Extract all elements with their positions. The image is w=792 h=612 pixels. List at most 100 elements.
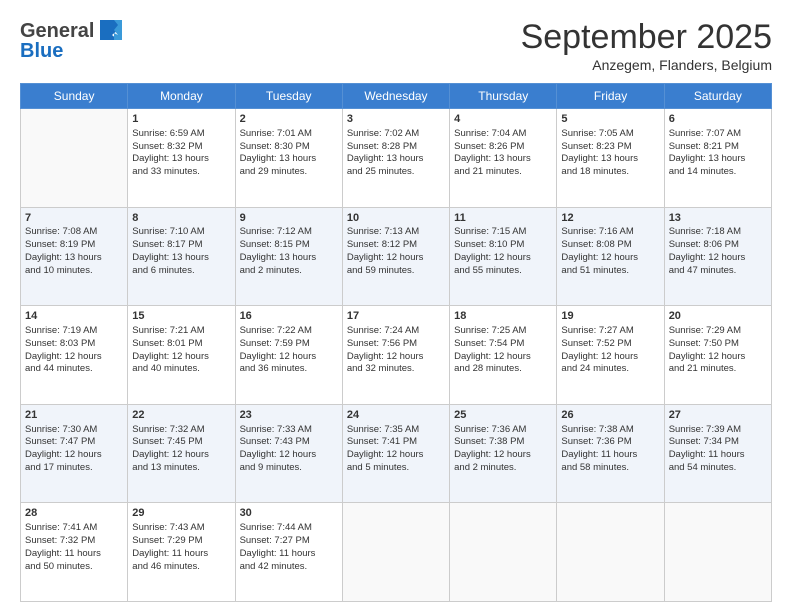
day-info-line: Sunrise: 7:38 AM [561,424,659,437]
day-info-line: Sunset: 8:10 PM [454,239,552,252]
subtitle: Anzegem, Flanders, Belgium [521,57,772,73]
day-info-line: Sunset: 8:28 PM [347,141,445,154]
day-info-line: Daylight: 13 hours [240,252,338,265]
calendar-cell: 10Sunrise: 7:13 AMSunset: 8:12 PMDayligh… [342,207,449,306]
day-info-line: and 54 minutes. [669,462,767,475]
day-info-line: Sunrise: 7:19 AM [25,325,123,338]
day-info-line: and 17 minutes. [25,462,123,475]
day-info-line: Sunset: 8:17 PM [132,239,230,252]
day-info-line: and 28 minutes. [454,363,552,376]
day-number: 28 [25,506,123,521]
day-info-line: Sunset: 7:43 PM [240,436,338,449]
calendar-cell: 28Sunrise: 7:41 AMSunset: 7:32 PMDayligh… [21,503,128,602]
day-number: 29 [132,506,230,521]
logo: General Blue [20,18,124,63]
calendar-cell: 26Sunrise: 7:38 AMSunset: 7:36 PMDayligh… [557,404,664,503]
day-info-line: Sunset: 8:30 PM [240,141,338,154]
day-info-line: Sunset: 7:41 PM [347,436,445,449]
day-info-line: Sunrise: 7:29 AM [669,325,767,338]
day-number: 24 [347,408,445,423]
day-info-line: Sunrise: 7:10 AM [132,226,230,239]
days-header-row: SundayMondayTuesdayWednesdayThursdayFrid… [21,84,772,109]
day-info-line: Daylight: 12 hours [240,351,338,364]
day-number: 19 [561,309,659,324]
logo-container: General Blue [20,18,124,63]
day-info-line: and 13 minutes. [132,462,230,475]
calendar-cell: 27Sunrise: 7:39 AMSunset: 7:34 PMDayligh… [664,404,771,503]
day-info-line: Daylight: 13 hours [132,252,230,265]
day-info-line: Sunrise: 7:41 AM [25,522,123,535]
day-info-line: Sunrise: 7:21 AM [132,325,230,338]
day-info-line: Sunset: 8:08 PM [561,239,659,252]
day-info-line: Daylight: 13 hours [347,153,445,166]
day-number: 21 [25,408,123,423]
day-info-line: Daylight: 11 hours [25,548,123,561]
calendar-cell: 22Sunrise: 7:32 AMSunset: 7:45 PMDayligh… [128,404,235,503]
day-info-line: Daylight: 12 hours [132,351,230,364]
day-number: 2 [240,112,338,127]
logo-blue: Blue [20,40,63,63]
day-info-line: and 51 minutes. [561,265,659,278]
calendar-cell [664,503,771,602]
day-info-line: Sunrise: 7:02 AM [347,128,445,141]
day-number: 22 [132,408,230,423]
day-number: 27 [669,408,767,423]
day-info-line: Sunrise: 7:15 AM [454,226,552,239]
main-title: September 2025 [521,18,772,57]
calendar-cell: 29Sunrise: 7:43 AMSunset: 7:29 PMDayligh… [128,503,235,602]
day-info-line: and 6 minutes. [132,265,230,278]
calendar-cell: 8Sunrise: 7:10 AMSunset: 8:17 PMDaylight… [128,207,235,306]
day-info-line: and 14 minutes. [669,166,767,179]
day-info-line: Sunrise: 7:08 AM [25,226,123,239]
day-number: 4 [454,112,552,127]
calendar-cell: 2Sunrise: 7:01 AMSunset: 8:30 PMDaylight… [235,109,342,208]
day-header-tuesday: Tuesday [235,84,342,109]
day-info-line: Sunset: 7:56 PM [347,338,445,351]
calendar-cell: 16Sunrise: 7:22 AMSunset: 7:59 PMDayligh… [235,306,342,405]
day-info-line: Daylight: 12 hours [25,449,123,462]
day-number: 6 [669,112,767,127]
day-info-line: Daylight: 13 hours [132,153,230,166]
calendar-cell: 20Sunrise: 7:29 AMSunset: 7:50 PMDayligh… [664,306,771,405]
day-number: 15 [132,309,230,324]
day-info-line: Daylight: 11 hours [240,548,338,561]
day-info-line: Sunrise: 7:22 AM [240,325,338,338]
day-number: 14 [25,309,123,324]
day-info-line: Daylight: 11 hours [132,548,230,561]
calendar-cell: 1Sunrise: 6:59 AMSunset: 8:32 PMDaylight… [128,109,235,208]
calendar-cell: 21Sunrise: 7:30 AMSunset: 7:47 PMDayligh… [21,404,128,503]
day-info-line: Daylight: 12 hours [347,252,445,265]
calendar-cell [21,109,128,208]
calendar-cell: 12Sunrise: 7:16 AMSunset: 8:08 PMDayligh… [557,207,664,306]
day-info-line: Sunrise: 6:59 AM [132,128,230,141]
day-info-line: Daylight: 11 hours [669,449,767,462]
day-info-line: and 5 minutes. [347,462,445,475]
day-info-line: and 2 minutes. [454,462,552,475]
calendar-cell [342,503,449,602]
day-info-line: Sunrise: 7:16 AM [561,226,659,239]
day-info-line: Sunrise: 7:13 AM [347,226,445,239]
day-number: 23 [240,408,338,423]
day-info-line: Daylight: 12 hours [454,351,552,364]
day-info-line: Daylight: 12 hours [454,449,552,462]
day-info-line: Sunrise: 7:24 AM [347,325,445,338]
logo-icon [96,16,124,44]
calendar-table: SundayMondayTuesdayWednesdayThursdayFrid… [20,83,772,602]
day-header-wednesday: Wednesday [342,84,449,109]
week-row-3: 14Sunrise: 7:19 AMSunset: 8:03 PMDayligh… [21,306,772,405]
day-info-line: Sunset: 8:26 PM [454,141,552,154]
calendar-cell: 5Sunrise: 7:05 AMSunset: 8:23 PMDaylight… [557,109,664,208]
day-info-line: Sunrise: 7:44 AM [240,522,338,535]
day-info-line: and 40 minutes. [132,363,230,376]
day-info-line: and 2 minutes. [240,265,338,278]
day-info-line: and 50 minutes. [25,561,123,574]
day-info-line: Sunset: 8:23 PM [561,141,659,154]
week-row-1: 1Sunrise: 6:59 AMSunset: 8:32 PMDaylight… [21,109,772,208]
calendar-cell: 3Sunrise: 7:02 AMSunset: 8:28 PMDaylight… [342,109,449,208]
day-info-line: and 21 minutes. [669,363,767,376]
day-number: 26 [561,408,659,423]
day-info-line: Sunset: 7:32 PM [25,535,123,548]
day-info-line: and 47 minutes. [669,265,767,278]
day-info-line: and 9 minutes. [240,462,338,475]
day-info-line: and 44 minutes. [25,363,123,376]
